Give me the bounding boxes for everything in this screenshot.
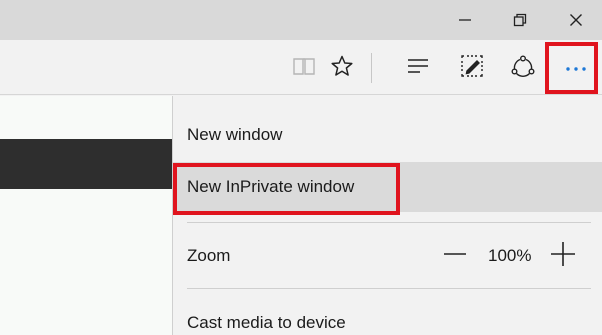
share-icon: [510, 54, 536, 83]
menu-item-cast-media[interactable]: Cast media to device: [173, 298, 602, 335]
menu-item-label: New window: [187, 125, 283, 144]
zoom-out-icon: [443, 242, 467, 271]
menu-separator: [187, 222, 591, 223]
page-header-bar: [0, 139, 172, 189]
title-bar: [0, 0, 602, 40]
page-content: [0, 96, 172, 335]
menu-item-label: Cast media to device: [187, 313, 346, 332]
restore-icon: [513, 13, 527, 27]
close-button[interactable]: [554, 0, 598, 40]
web-note-icon: [459, 53, 485, 84]
zoom-label: Zoom: [187, 246, 231, 265]
hub-icon: [406, 56, 430, 81]
zoom-in-button[interactable]: [550, 231, 576, 281]
browser-window: New window New InPrivate window Zoom 100…: [0, 0, 602, 335]
menu-item-new-window[interactable]: New window: [173, 110, 602, 160]
zoom-out-button[interactable]: [443, 231, 467, 281]
web-note-button[interactable]: [452, 48, 492, 88]
reading-view-button[interactable]: [284, 48, 324, 88]
favorite-star-icon: [330, 54, 354, 83]
close-icon: [569, 13, 583, 27]
restore-button[interactable]: [498, 0, 542, 40]
browser-toolbar: [0, 40, 602, 95]
minimize-icon: [458, 13, 472, 27]
zoom-in-icon: [550, 241, 576, 272]
inprivate-highlight-box: [173, 163, 400, 215]
zoom-value: 100%: [488, 246, 532, 265]
more-button-highlight-box: [545, 42, 598, 94]
more-actions-menu: New window New InPrivate window Zoom 100…: [172, 96, 602, 335]
hub-button[interactable]: [398, 48, 438, 88]
menu-separator: [187, 288, 591, 289]
reading-view-icon: [292, 55, 316, 82]
menu-item-zoom: Zoom 100%: [173, 231, 602, 281]
zoom-value-wrap: 100%: [488, 231, 531, 281]
favorite-button[interactable]: [322, 48, 362, 88]
minimize-button[interactable]: [443, 0, 487, 40]
share-button[interactable]: [503, 48, 543, 88]
toolbar-separator: [371, 53, 372, 83]
